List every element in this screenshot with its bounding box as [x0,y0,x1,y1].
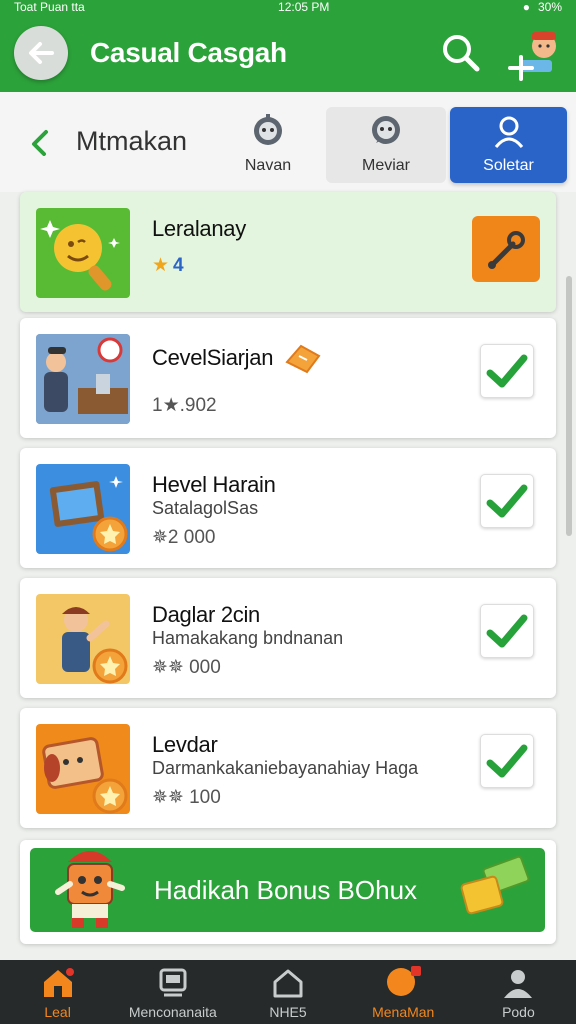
user-icon [494,116,523,148]
magnifier-smiley-icon [40,220,120,291]
item-score: 1★.902 [152,395,217,416]
checkmark-icon [486,744,528,778]
back-button[interactable] [14,26,68,80]
mascot-icon [55,851,125,928]
list-item[interactable]: CevelSiarjan 1★.902 [20,318,556,438]
nav-item-profile[interactable]: Podo [461,960,576,1024]
profile-avatar-icon[interactable] [506,24,564,82]
section-header: Mtmakan Navan Meviar Soletar [0,92,576,192]
checkmark-icon [486,614,528,648]
house-outline-icon [273,969,303,998]
nav-item-menamen[interactable]: MenaMan [346,960,461,1024]
completed-checkbox[interactable] [480,734,534,788]
nav-label: Leal [44,1004,71,1020]
tab-label: Meviar [361,157,410,174]
search-icon[interactable] [440,32,482,74]
scrollbar[interactable] [566,276,572,536]
game-thumbnail [36,464,130,554]
nav-item-home[interactable]: Leal [0,960,115,1024]
tab-soletar[interactable]: Soletar [450,107,567,183]
bonus-button[interactable]: Hadikah Bonus BOhux [30,848,545,932]
completed-checkbox[interactable] [480,604,534,658]
status-icons: ● 30% [523,0,562,14]
item-title-text: CevelSiarjan [152,345,274,370]
section-title: Mtmakan [76,126,188,156]
list-item[interactable]: Levdar Darmankakaniebayanahiay Haga ✵✵ 1… [20,708,556,828]
tab-navan[interactable]: Navan [230,107,306,183]
nav-label: NHE5 [269,1004,307,1020]
nav-label: Menconanaita [128,1004,217,1020]
app-title: Casual Casgah [90,37,287,68]
game-thumbnail [36,334,130,424]
rating-value: 4 [173,254,184,276]
person-icon [504,970,533,998]
wifi-icon: ● [522,0,530,14]
tab-label: Navan [244,157,292,174]
battery-text: 30% [537,0,562,14]
nav-label: Podo [502,1004,535,1020]
bottom-nav: Leal Menconanaita NHE5 MenaMan Podo [0,960,576,1024]
item-subtitle: Hamakakang bndnanan [152,628,344,648]
item-title: Leralanay [152,216,246,241]
ticket-icon [285,344,321,374]
home-icon [43,968,74,997]
star-icon: ★ [152,255,170,276]
bonus-label: Hadikah Bonus BOhux [154,874,418,905]
scroll-icon [42,737,128,814]
chevron-left-icon[interactable] [28,128,56,156]
tab-label: Soletar [483,157,534,174]
chat-bubble-icon [372,116,400,144]
game-thumbnail [36,208,130,298]
list-item[interactable]: Leralanay ★ 4 [20,192,556,312]
tablet-icon [159,968,187,997]
checkmark-icon [486,484,528,518]
picture-frame-icon [49,476,128,552]
item-title: Levdar [152,732,218,757]
money-icon [460,856,530,915]
robot-icon [254,114,282,145]
arrow-left-icon [29,42,54,64]
item-score: ✵✵ 000 [152,657,221,678]
item-subtitle: SatalagolSas [152,498,259,518]
game-thumbnail [36,594,130,684]
status-bar: Toat Puan tta 12:05 PM ● 30% [0,0,576,14]
item-subtitle: Darmankakaniebayanahiay Haga [152,758,419,778]
item-title: Daglar 2cin [152,602,260,627]
bonus-card: Hadikah Bonus BOhux [20,840,556,944]
item-score: ✵2 000 [152,527,216,548]
worker-character-icon [62,607,128,684]
game-thumbnail [36,724,130,814]
nav-item-home-outline[interactable]: NHE5 [230,960,345,1024]
completed-checkbox[interactable] [480,474,534,528]
list-item[interactable]: Daglar 2cin Hamakakang bndnanan ✵✵ 000 [20,578,556,698]
wrench-icon [488,231,525,269]
nav-item-devices[interactable]: Menconanaita [115,960,230,1024]
wrench-button[interactable] [472,216,540,282]
item-title: Hevel Harain [152,472,276,497]
checkmark-icon [486,354,528,388]
clock: 12:05 PM [278,0,330,14]
app-bar: Casual Casgah [0,14,576,92]
item-score: ✵✵ 100 [152,787,221,808]
tab-meviar[interactable]: Meviar [326,107,446,183]
item-rating: ★ 4 [152,254,184,277]
nav-label: MenaMan [372,1004,435,1020]
completed-checkbox[interactable] [480,344,534,398]
item-title: CevelSiarjan [152,342,323,374]
carrier-text: Toat Puan tta [14,0,85,14]
list-item[interactable]: Hevel Harain SatalagolSas ✵2 000 [20,448,556,568]
shopkeeper-icon [36,334,130,424]
orange-circle-icon [387,966,422,996]
